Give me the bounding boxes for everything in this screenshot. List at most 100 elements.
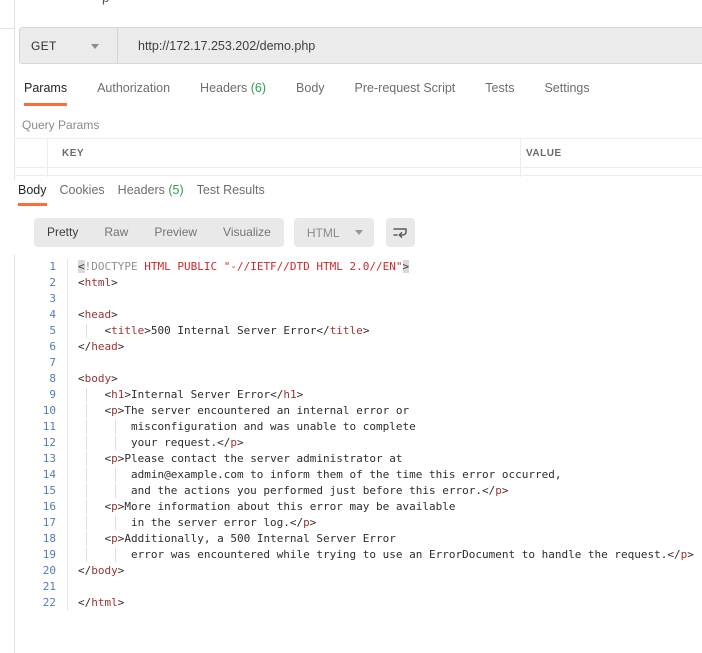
code-text: <p>Additionally, a 500 Internal Server E…	[78, 532, 396, 545]
code-line: 20 </body>	[0, 563, 702, 579]
line-number: 15	[42, 484, 56, 497]
request-tab-body[interactable]: Body	[296, 81, 325, 106]
request-tab-pre-request-script[interactable]: Pre-request Script	[355, 81, 456, 106]
line-number: 18	[42, 532, 56, 545]
view-visualize-button[interactable]: Visualize	[210, 218, 284, 247]
response-tab-headers[interactable]: Headers (5)	[118, 183, 184, 206]
line-number: 10	[42, 404, 56, 417]
code-line: 15 and the actions you performed just be…	[0, 483, 702, 499]
request-tab-settings[interactable]: Settings	[544, 81, 589, 106]
url-input[interactable]: http://172.17.253.202/demo.php	[118, 28, 702, 63]
code-line: 4 <head>	[0, 307, 702, 323]
code-text: <p>The server encountered an internal er…	[78, 404, 410, 417]
code-text: error was encountered while trying to us…	[78, 548, 694, 561]
panel-top-border	[0, 28, 14, 29]
code-line: 5 <title>500 Internal Server Error</titl…	[0, 323, 702, 339]
format-dropdown[interactable]: HTML	[293, 218, 374, 247]
code-line: 8 <body>	[0, 371, 702, 387]
response-tab-cookies[interactable]: Cookies	[60, 183, 105, 206]
line-number: 20	[42, 564, 56, 577]
wrap-text-button[interactable]	[385, 218, 415, 247]
line-number: 7	[49, 356, 56, 369]
response-toolbar: Pretty Raw Preview Visualize HTML	[34, 218, 415, 247]
tab-label: Params	[24, 81, 68, 95]
code-line: 9 <h1>Internal Server Error</h1>	[0, 387, 702, 403]
table-empty-row[interactable]	[14, 168, 702, 176]
tab-count-badge: (6)	[247, 81, 267, 95]
tab-label: Tests	[485, 81, 515, 95]
line-number: 21	[42, 580, 56, 593]
view-pretty-button[interactable]: Pretty	[34, 218, 91, 247]
tab-label: Headers	[200, 81, 248, 95]
code-line: 3	[0, 291, 702, 307]
code-line: 21	[0, 579, 702, 595]
column-divider	[47, 139, 48, 177]
request-tab-authorization[interactable]: Authorization	[97, 81, 170, 106]
chevron-down-icon	[91, 44, 99, 49]
code-text: <p>Please contact the server administrat…	[78, 452, 403, 465]
code-line: 16 <p>More information about this error …	[0, 499, 702, 515]
code-line: 22 </html>	[0, 595, 702, 611]
query-params-table: KEY VALUE	[14, 138, 702, 177]
code-line: 17 in the server error log.</p>	[0, 515, 702, 531]
code-text: </body>	[78, 564, 125, 577]
request-tab-headers[interactable]: Headers (6)	[200, 81, 266, 106]
line-number: 14	[42, 468, 56, 481]
code-text: misconfiguration and was unable to compl…	[78, 420, 416, 433]
line-number: 9	[49, 388, 56, 401]
code-line: 14 admin@example.com to inform them of t…	[0, 467, 702, 483]
code-text: <title>500 Internal Server Error</title>	[78, 324, 370, 337]
request-tab-tests[interactable]: Tests	[485, 81, 514, 106]
line-number: 16	[42, 500, 56, 513]
line-number: 1	[49, 260, 56, 273]
line-number: 6	[49, 340, 56, 353]
format-label: HTML	[306, 225, 340, 240]
line-number: 19	[42, 548, 56, 561]
key-column-header: KEY	[62, 148, 85, 159]
tab-label: Body	[296, 81, 325, 95]
line-number: 13	[42, 452, 56, 465]
line-number: 11	[42, 420, 56, 433]
method-dropdown[interactable]: GET	[20, 28, 118, 63]
tab-label: Body	[18, 183, 47, 197]
value-column-header: VALUE	[526, 148, 562, 159]
line-number: 17	[42, 516, 56, 529]
line-number: 12	[42, 436, 56, 449]
response-tab-test-results[interactable]: Test Results	[197, 183, 265, 206]
code-text: <html>	[78, 276, 118, 289]
view-mode-group: Pretty Raw Preview Visualize	[34, 218, 284, 247]
tab-label: Authorization	[97, 81, 171, 95]
response-tab-body[interactable]: Body	[18, 183, 47, 206]
line-number: 8	[49, 372, 56, 385]
chevron-down-icon	[354, 230, 363, 235]
request-tab-params[interactable]: Params	[24, 81, 68, 106]
code-text: your request.</p>	[78, 436, 244, 449]
tab-label: Pre-request Script	[354, 81, 456, 95]
code-text: <body>	[78, 372, 118, 385]
code-text: <head>	[78, 308, 118, 321]
view-preview-button[interactable]: Preview	[141, 218, 210, 247]
code-line: 10 <p>The server encountered an internal…	[0, 403, 702, 419]
wrap-text-icon	[393, 227, 408, 238]
response-tabs: Body Cookies Headers (5) Test Results	[18, 183, 265, 206]
query-params-heading: Query Params	[22, 118, 100, 132]
view-raw-button[interactable]: Raw	[91, 218, 141, 247]
clipped-tab-text: p	[96, 0, 116, 6]
code-line: 11 misconfiguration and was unable to co…	[0, 419, 702, 435]
response-body-code-viewer[interactable]: 1 <!DOCTYPE HTML PUBLIC "-//IETF//DTD HTM…	[0, 259, 702, 611]
request-url-bar: GET http://172.17.253.202/demo.php	[19, 27, 702, 64]
tab-count-badge: (5)	[164, 183, 184, 197]
code-line: 12 your request.</p>	[0, 435, 702, 451]
url-text: http://172.17.253.202/demo.php	[138, 38, 316, 53]
code-text: </html>	[78, 596, 125, 609]
code-text: and the actions you performed just befor…	[78, 484, 509, 497]
code-line: 13 <p>Please contact the server administ…	[0, 451, 702, 467]
code-line: 19 error was encountered while trying to…	[0, 547, 702, 563]
line-number: 2	[49, 276, 56, 289]
line-number: 5	[49, 324, 56, 337]
code-line: 1 <!DOCTYPE HTML PUBLIC "-//IETF//DTD HTM…	[0, 259, 702, 275]
code-text: <p>More information about this error may…	[78, 500, 456, 513]
request-tabs: Params Authorization Headers (6) Body Pre-re…	[24, 81, 590, 106]
tab-label: Headers	[117, 183, 165, 197]
code-line: 18 <p>Additionally, a 500 Internal Serve…	[0, 531, 702, 547]
